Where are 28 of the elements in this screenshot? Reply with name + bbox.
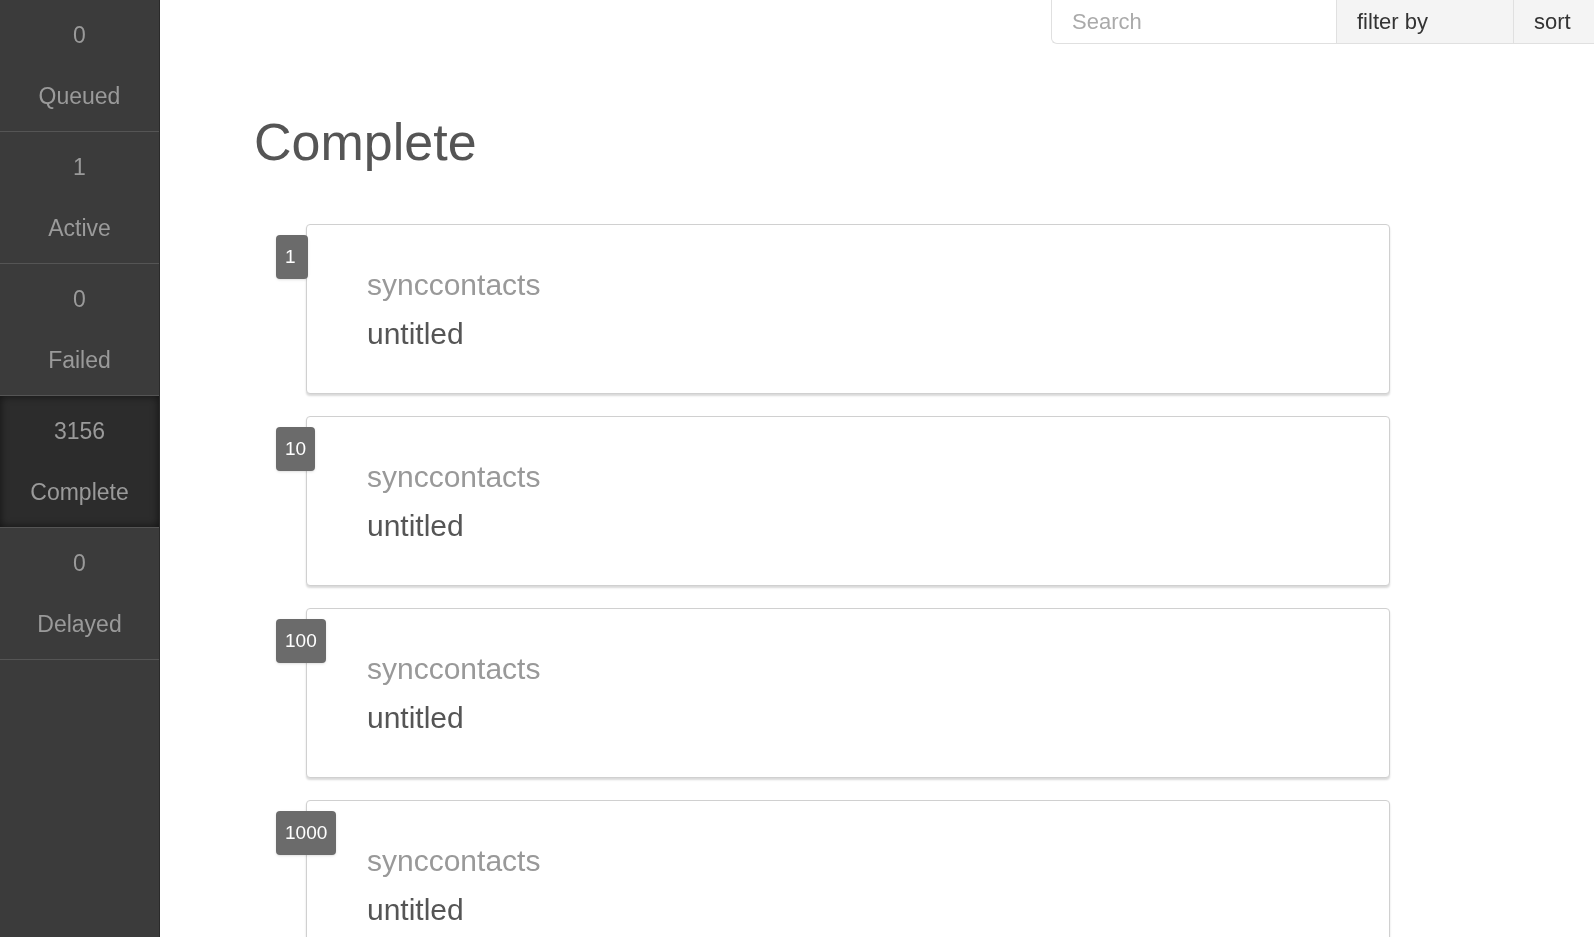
label: Failed [48, 345, 111, 375]
label: Complete [30, 477, 129, 507]
job-title: untitled [367, 508, 464, 544]
job-card[interactable]: synccontacts untitled [306, 224, 1390, 394]
count: 0 [73, 549, 86, 578]
label: Delayed [37, 609, 122, 639]
job-type: synccontacts [367, 267, 541, 303]
job-card[interactable]: synccontacts untitled [306, 416, 1390, 586]
count: 0 [73, 285, 86, 314]
job-id-badge: 10 [276, 427, 316, 471]
job-type: synccontacts [367, 459, 541, 495]
job-id-badge: 1 [276, 235, 308, 279]
job-title: untitled [367, 316, 464, 352]
filter-button[interactable]: filter by [1336, 0, 1513, 44]
sort-button[interactable]: sort [1513, 0, 1594, 44]
job-id-badge: 1000 [276, 811, 337, 855]
sidebar-item[interactable]: 3156 Complete [0, 396, 159, 528]
job-type: synccontacts [367, 843, 541, 879]
label: Active [48, 213, 111, 243]
job-id-badge: 100 [276, 619, 326, 663]
job-type: synccontacts [367, 651, 541, 687]
job-title: untitled [367, 700, 464, 736]
label: Queued [38, 81, 121, 111]
job-title: untitled [367, 892, 464, 928]
count: 1 [73, 153, 86, 182]
count: 0 [73, 21, 86, 50]
count: 3156 [53, 417, 106, 446]
search-field[interactable]: Search [1051, 0, 1336, 44]
